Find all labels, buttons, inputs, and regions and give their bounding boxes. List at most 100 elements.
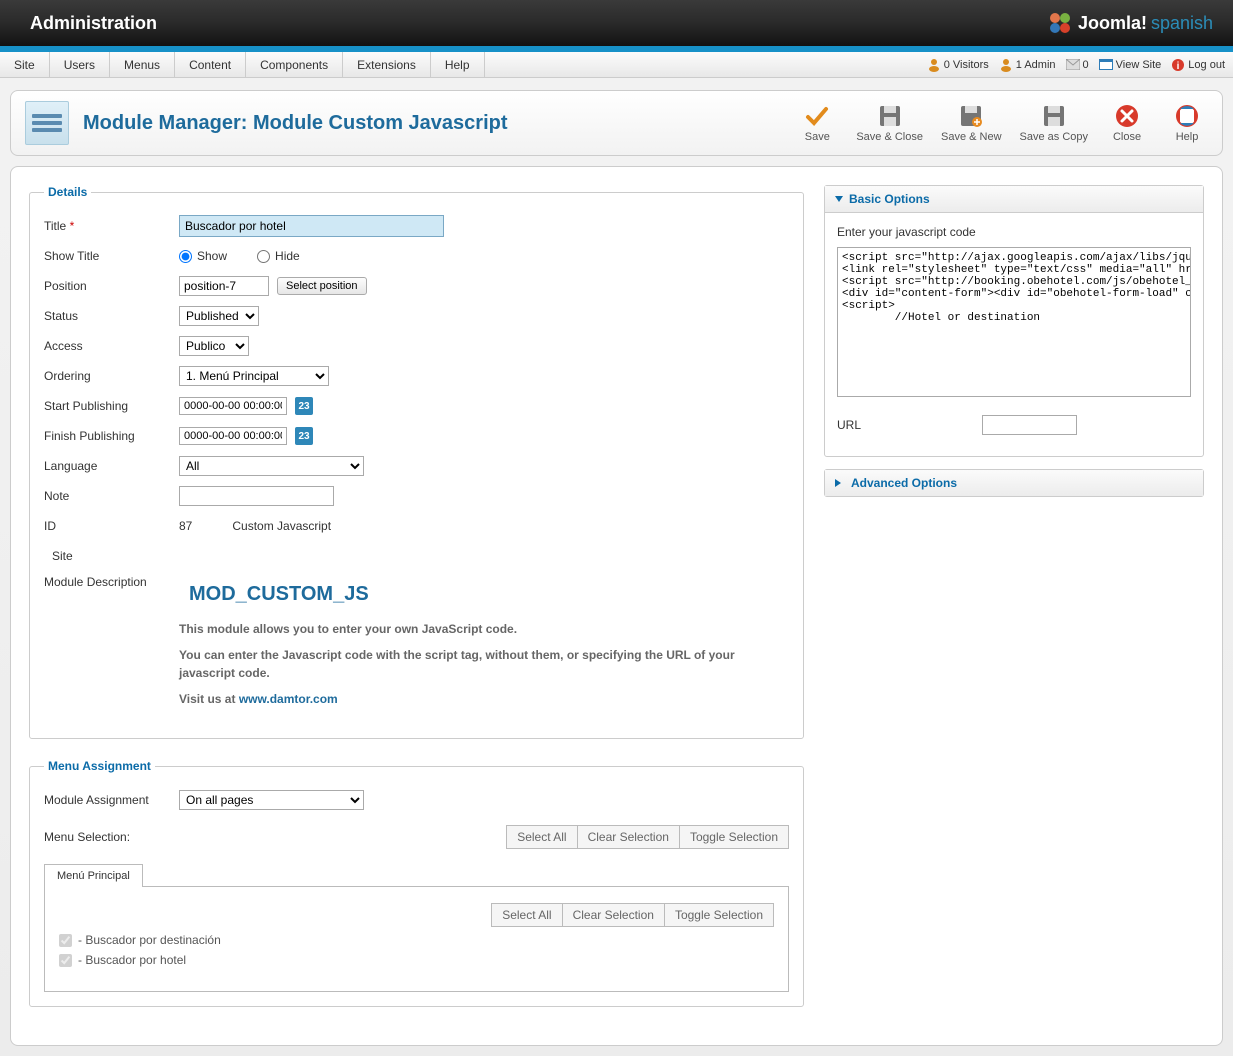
desc-line3: Visit us at www.damtor.com [179,690,789,708]
advanced-options-panel: Advanced Options [824,469,1204,497]
save-new-button[interactable]: Save & New [941,103,1002,143]
label-access: Access [44,339,179,353]
menu-help[interactable]: Help [431,52,485,77]
menu-users[interactable]: Users [50,52,110,77]
menu-menus[interactable]: Menus [110,52,175,77]
language-select[interactable]: All [179,456,364,476]
radio-hide[interactable]: Hide [257,249,300,263]
radio-show[interactable]: Show [179,249,227,263]
clear-selection-button-inner[interactable]: Clear Selection [562,903,664,927]
label-startpub: Start Publishing [44,399,179,413]
js-code-textarea[interactable] [837,247,1191,397]
status-viewsite[interactable]: View Site [1099,59,1162,71]
access-select[interactable]: Publico [179,336,249,356]
url-input[interactable] [982,415,1077,435]
joomla-icon [1048,11,1072,35]
status-admin: 1 Admin [999,58,1056,72]
clear-selection-button[interactable]: Clear Selection [577,825,679,849]
id-value: 87 [179,519,192,533]
logout-icon: i [1171,58,1185,72]
close-icon [1114,103,1140,129]
menu-extensions[interactable]: Extensions [343,52,431,77]
menu-content[interactable]: Content [175,52,246,77]
label-menu-selection: Menu Selection: [44,830,130,844]
save-copy-icon [1041,103,1067,129]
toolbar: Save Save & Close Save & New Save as Cop… [796,103,1208,143]
select-all-button[interactable]: Select All [506,825,576,849]
status-logout[interactable]: i Log out [1171,58,1225,72]
logout-text: Log out [1188,59,1225,71]
desc-link[interactable]: www.damtor.com [239,692,338,706]
label-title: Title [44,219,66,233]
calendar-icon[interactable]: 23 [295,397,313,415]
menu-item-check[interactable]: - Buscador por destinación [59,933,774,947]
save-close-button[interactable]: Save & Close [856,103,923,143]
menu-components[interactable]: Components [246,52,343,77]
menu-site[interactable]: Site [0,52,50,77]
label-position: Position [44,279,179,293]
toggle-selection-button-inner[interactable]: Toggle Selection [664,903,774,927]
label-status: Status [44,309,179,323]
main-panel: Details Title * Show Title Show Hide Pos… [10,166,1223,1046]
menu-left: Site Users Menus Content Components Exte… [0,52,485,77]
check-icon [804,103,830,129]
menu-assignment-section: Menu Assignment Module Assignment On all… [29,759,804,1007]
brand-area: Joomla! spanish [1048,11,1213,35]
tab-panel: Select All Clear Selection Toggle Select… [44,887,789,992]
calendar-icon[interactable]: 23 [295,427,313,445]
label-showtitle: Show Title [44,249,179,263]
menuassign-legend: Menu Assignment [44,759,155,773]
status-messages[interactable]: 0 [1066,59,1089,71]
top-menu: Site Users Menus Content Components Exte… [0,52,1233,78]
tab-menu-principal[interactable]: Menú Principal [44,864,143,887]
label-moduledesc: Module Description [44,575,179,589]
required-mark: * [70,219,75,233]
desc-line2: You can enter the Javascript code with t… [179,646,789,682]
module-assignment-select[interactable]: On all pages [179,790,364,810]
status-select[interactable]: Published [179,306,259,326]
save-button[interactable]: Save [796,103,838,143]
finishpub-input[interactable] [179,427,287,445]
label-id: ID [44,519,179,533]
label-url: URL [837,418,982,432]
id-type: Custom Javascript [232,519,331,533]
ordering-select[interactable]: 1. Menú Principal [179,366,329,386]
site-icon [1099,59,1113,70]
save-new-icon [958,103,984,129]
brand-suffix: spanish [1151,13,1213,34]
label-js-code: Enter your javascript code [837,225,1191,239]
select-all-button-inner[interactable]: Select All [491,903,561,927]
advanced-options-header[interactable]: Advanced Options [825,470,1203,496]
label-ordering: Ordering [44,369,179,383]
viewsite-text: View Site [1116,59,1162,71]
help-button[interactable]: Help [1166,103,1208,143]
select-position-button[interactable]: Select position [277,277,367,295]
label-finishpub: Finish Publishing [44,429,179,443]
visitors-text: 0 Visitors [944,59,989,71]
chevron-right-icon [835,479,845,487]
help-icon [1174,103,1200,129]
brand-text: Joomla! [1078,13,1147,34]
title-input[interactable] [179,215,444,237]
mail-icon [1066,59,1080,70]
toggle-selection-button[interactable]: Toggle Selection [679,825,789,849]
menu-item-check[interactable]: - Buscador por hotel [59,953,774,967]
header-bar: Administration Joomla! spanish [0,0,1233,46]
details-legend: Details [44,185,91,199]
visitors-icon [927,58,941,72]
page-title: Module Manager: Module Custom Javascript [83,112,508,135]
close-button[interactable]: Close [1106,103,1148,143]
messages-text: 0 [1083,59,1089,71]
startpub-input[interactable] [179,397,287,415]
basic-options-header[interactable]: Basic Options [825,186,1203,213]
save-copy-button[interactable]: Save as Copy [1020,103,1088,143]
position-input[interactable] [179,276,269,296]
note-input[interactable] [179,486,334,506]
status-visitors: 0 Visitors [927,58,989,72]
admin-text: 1 Admin [1016,59,1056,71]
admin-title: Administration [30,13,157,34]
label-language: Language [44,459,179,473]
module-manager-icon [25,101,69,145]
chevron-down-icon [835,196,843,202]
status-area: 0 Visitors 1 Admin 0 View Site i Log out [927,52,1233,77]
